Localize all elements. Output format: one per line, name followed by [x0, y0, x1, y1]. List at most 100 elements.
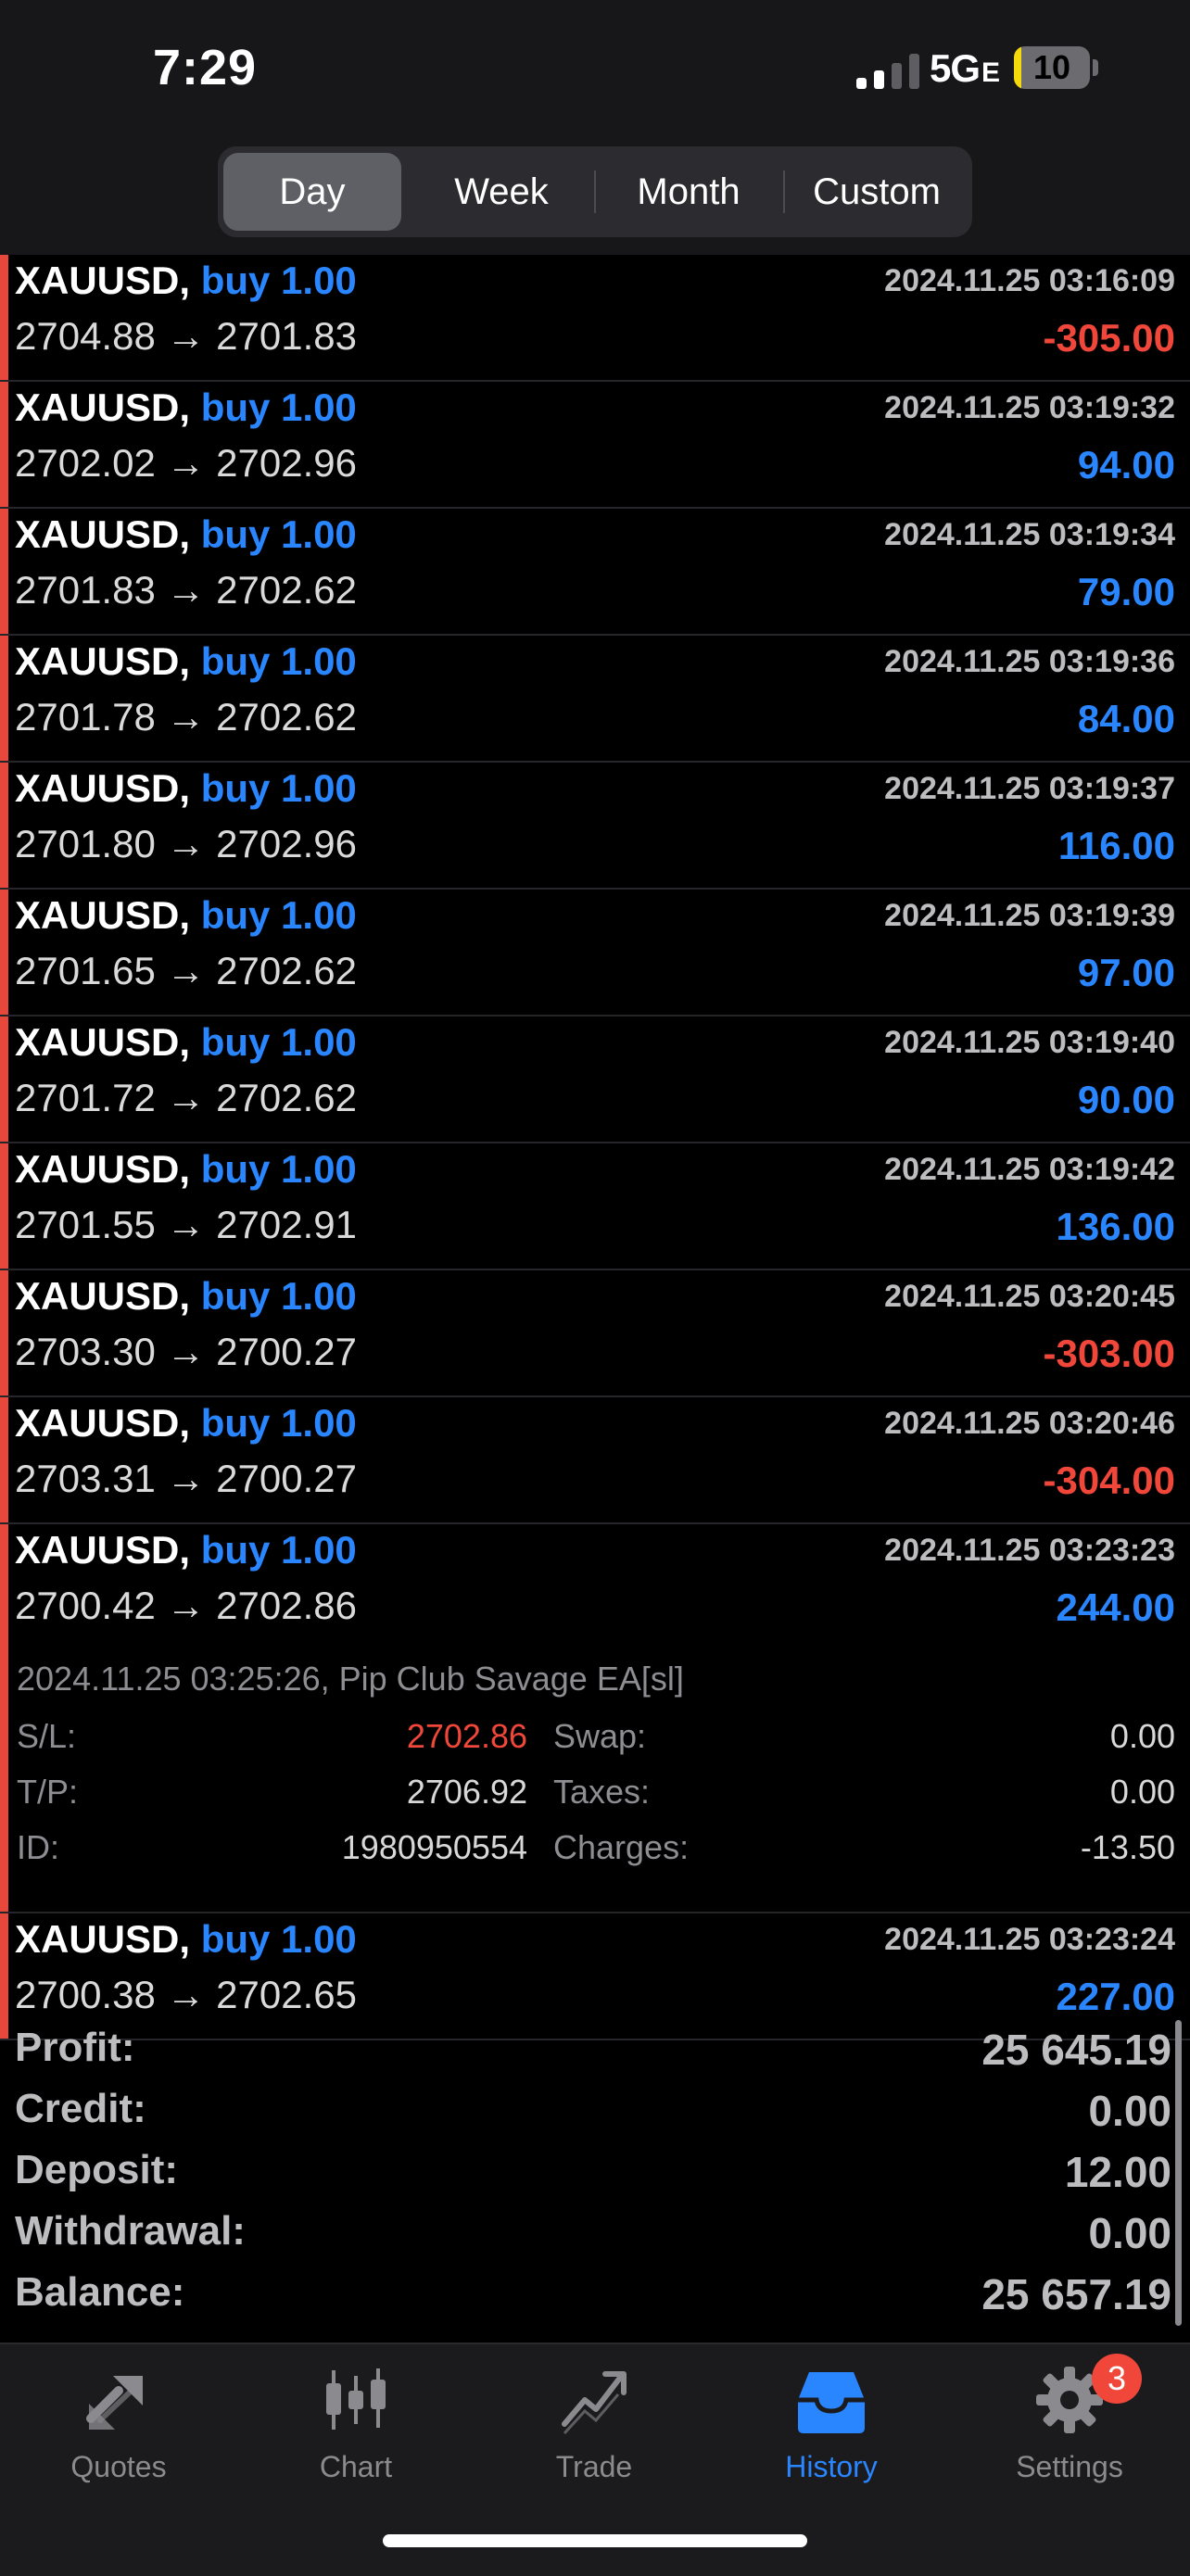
tab-label: History [785, 2450, 878, 2483]
deal-side-marker [0, 1017, 8, 1142]
deal-side-marker [0, 1524, 8, 1912]
deal-row[interactable]: XAUUSD, buy 1.00 2704.88 → 2701.83 2024.… [0, 255, 1190, 382]
deal-row[interactable]: XAUUSD, buy 1.00 2701.80 → 2702.96 2024.… [0, 763, 1190, 890]
scroll-indicator[interactable] [1175, 2020, 1182, 2326]
account-summary: Profit: 25 645.19 Credit: 0.00 Deposit: … [0, 2015, 1190, 2340]
deal-prices: 2701.55 → 2702.91 [15, 1203, 357, 1246]
summary-row-balance: Balance: 25 657.19 [0, 2269, 1190, 2330]
deal-side-marker [0, 890, 8, 1015]
summary-label: Withdrawal: [15, 2208, 246, 2254]
battery-icon: 10 [1014, 46, 1090, 89]
deal-profit: -305.00 [1043, 316, 1175, 360]
tab-week[interactable]: Week [412, 153, 590, 231]
tab-custom[interactable]: Custom [787, 153, 967, 231]
summary-label: Profit: [15, 2025, 135, 2070]
summary-value: 25 645.19 [981, 2026, 1171, 2074]
deal-row[interactable]: XAUUSD, buy 1.00 2701.83 → 2702.62 2024.… [0, 509, 1190, 636]
deal-datetime: 2024.11.25 03:19:42 [884, 1152, 1175, 1187]
deal-datetime: 2024.11.25 03:20:45 [884, 1279, 1175, 1314]
trade-line-icon [562, 2371, 627, 2435]
summary-label: Balance: [15, 2269, 185, 2315]
summary-row-deposit: Deposit: 12.00 [0, 2147, 1190, 2208]
deal-datetime: 2024.11.25 03:19:34 [884, 517, 1175, 552]
deal-symbol: XAUUSD, buy 1.00 [15, 385, 357, 429]
deal-symbol: XAUUSD, buy 1.00 [15, 1917, 357, 1961]
deal-prices: 2701.65 → 2702.62 [15, 949, 357, 992]
deal-prices: 2703.31 → 2700.27 [15, 1457, 357, 1500]
sl-value: 2702.86 [406, 1717, 527, 1755]
tab-day[interactable]: Day [223, 153, 401, 231]
summary-value: 12.00 [1064, 2148, 1171, 2196]
deal-side-marker [0, 1397, 8, 1522]
tab-label: Chart [319, 2450, 393, 2483]
summary-value: 0.00 [1088, 2087, 1171, 2135]
deal-profit: 97.00 [1077, 951, 1175, 994]
deal-profit: 79.00 [1077, 570, 1175, 613]
deal-row[interactable]: XAUUSD, buy 1.00 2701.55 → 2702.91 2024.… [0, 1143, 1190, 1270]
deal-symbol: XAUUSD, buy 1.00 [15, 259, 357, 302]
battery-percent: 10 [1032, 48, 1071, 86]
deal-datetime: 2024.11.25 03:19:39 [884, 898, 1175, 933]
tab-label: Quotes [70, 2450, 167, 2483]
deal-row[interactable]: XAUUSD, buy 1.00 2703.30 → 2700.27 2024.… [0, 1270, 1190, 1397]
candlestick-icon [326, 2368, 386, 2430]
tab-chart[interactable]: Chart [263, 2363, 449, 2484]
deal-datetime: 2024.11.25 03:20:46 [884, 1406, 1175, 1441]
deal-row-expanded[interactable]: XAUUSD, buy 1.00 2700.42 → 2702.86 2024.… [0, 1524, 1190, 1913]
deal-prices: 2701.72 → 2702.62 [15, 1076, 357, 1119]
summary-row-withdrawal: Withdrawal: 0.00 [0, 2208, 1190, 2269]
cellular-signal-icon [856, 54, 919, 89]
battery-cap [1093, 59, 1098, 76]
deal-profit: -304.00 [1043, 1458, 1175, 1502]
swap-value: 0.00 [1109, 1717, 1175, 1755]
deal-datetime: 2024.11.25 03:19:32 [884, 390, 1175, 425]
deal-symbol: XAUUSD, buy 1.00 [15, 1274, 357, 1318]
deal-profit: 116.00 [1057, 824, 1175, 867]
deal-datetime: 2024.11.25 03:19:40 [884, 1025, 1175, 1060]
deal-symbol: XAUUSD, buy 1.00 [15, 766, 357, 810]
taxes-value: 0.00 [1109, 1773, 1175, 1811]
period-header: Day Week Month Custom [0, 139, 1190, 255]
tab-trade[interactable]: Trade [501, 2363, 687, 2484]
summary-value: 0.00 [1088, 2209, 1171, 2257]
deal-side-marker [0, 636, 8, 761]
summary-row-profit: Profit: 25 645.19 [0, 2025, 1190, 2086]
deal-row[interactable]: XAUUSD, buy 1.00 2701.78 → 2702.62 2024.… [0, 636, 1190, 763]
segment-divider [594, 170, 596, 213]
sl-label: S/L: [17, 1717, 77, 1755]
deal-row[interactable]: XAUUSD, buy 1.00 2701.72 → 2702.62 2024.… [0, 1017, 1190, 1143]
tp-label: T/P: [17, 1773, 79, 1811]
settings-notification-badge: 3 [1092, 2354, 1142, 2404]
deal-side-marker [0, 382, 8, 507]
summary-value: 25 657.19 [981, 2270, 1171, 2318]
deal-symbol: XAUUSD, buy 1.00 [15, 512, 357, 556]
deal-side-marker [0, 1143, 8, 1269]
network-type: 5GE [930, 46, 1000, 90]
tab-history[interactable]: History [739, 2363, 924, 2484]
swap-label: Swap: [553, 1717, 647, 1755]
deal-profit: 84.00 [1077, 697, 1175, 740]
deal-row[interactable]: XAUUSD, buy 1.00 2702.02 → 2702.96 2024.… [0, 382, 1190, 509]
period-segmented-control: Day Week Month Custom [218, 146, 972, 237]
deal-prices: 2703.30 → 2700.27 [15, 1330, 357, 1373]
deal-symbol: XAUUSD, buy 1.00 [15, 1020, 357, 1064]
deal-side-marker [0, 763, 8, 888]
deal-profit: 244.00 [1056, 1585, 1175, 1629]
deal-symbol: XAUUSD, buy 1.00 [15, 1147, 357, 1191]
deal-row[interactable]: XAUUSD, buy 1.00 2703.31 → 2700.27 2024.… [0, 1397, 1190, 1524]
tab-month[interactable]: Month [598, 153, 779, 231]
deal-side-marker [0, 255, 8, 380]
deal-prices: 2702.02 → 2702.96 [15, 441, 357, 485]
charges-value: -13.50 [1080, 1828, 1175, 1866]
tab-quotes[interactable]: Quotes [26, 2363, 211, 2484]
deal-close-info: 2024.11.25 03:25:26, Pip Club Savage EA[… [17, 1660, 684, 1698]
id-value: 1980950554 [341, 1828, 527, 1866]
deal-row[interactable]: XAUUSD, buy 1.00 2701.65 → 2702.62 2024.… [0, 890, 1190, 1017]
deal-prices: 2700.42 → 2702.86 [15, 1584, 357, 1627]
deal-symbol: XAUUSD, buy 1.00 [15, 1528, 357, 1572]
deal-prices: 2701.78 → 2702.62 [15, 695, 357, 739]
deal-profit: 94.00 [1077, 443, 1175, 486]
home-indicator[interactable] [383, 2534, 807, 2547]
deal-side-marker [0, 1270, 8, 1395]
deal-prices: 2704.88 → 2701.83 [15, 314, 357, 358]
